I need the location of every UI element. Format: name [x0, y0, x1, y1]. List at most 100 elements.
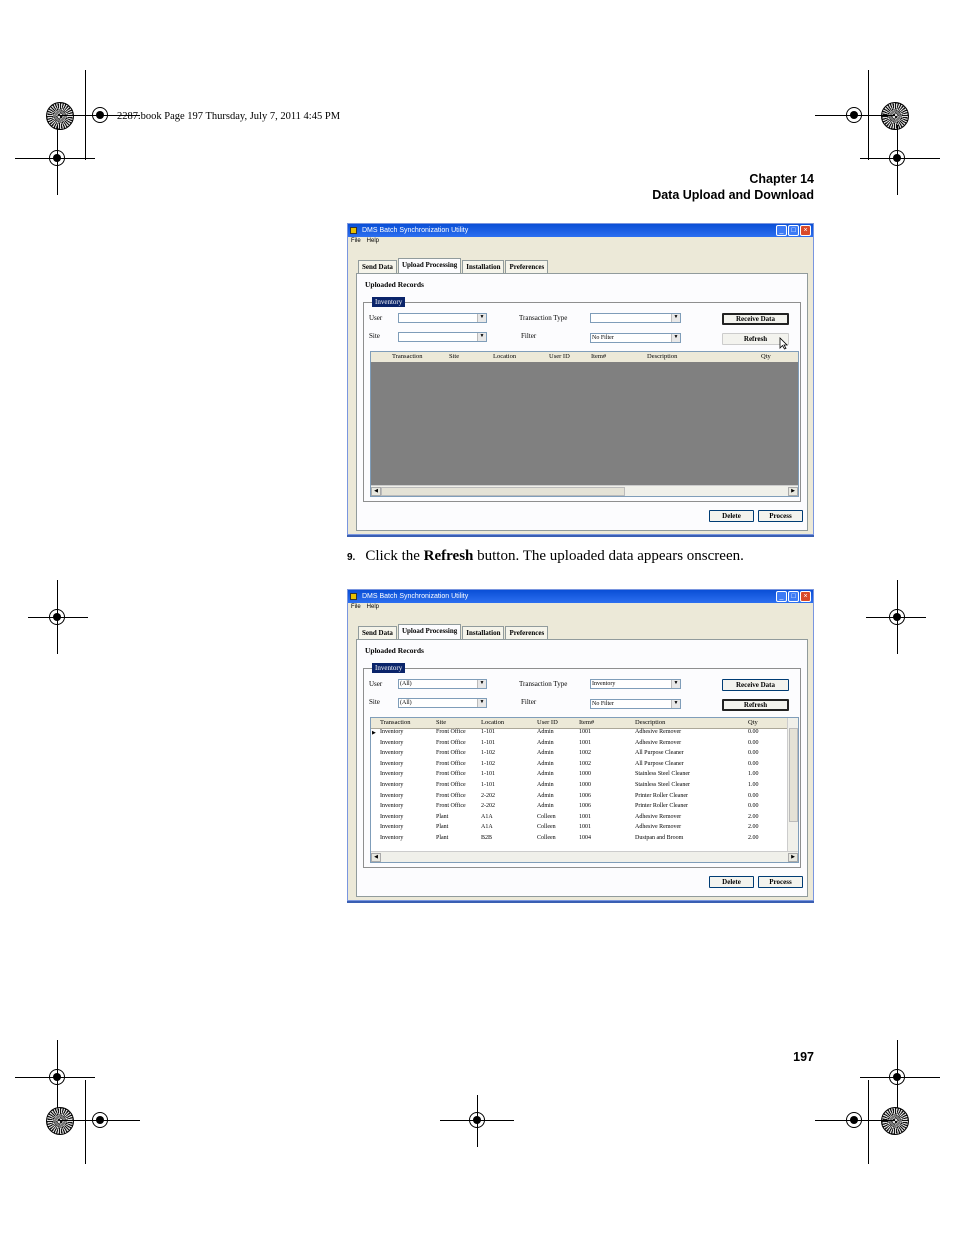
tab-send-data[interactable]: Send Data — [358, 260, 397, 273]
filter-select-value: No Filter — [592, 701, 614, 707]
menu-help[interactable]: Help — [367, 604, 379, 610]
table-cell: 0.00 — [748, 739, 759, 746]
chevron-down-icon[interactable]: ▼ — [477, 333, 486, 341]
inventory-group: Inventory User ▼ Site ▼ Transaction Type… — [363, 297, 801, 502]
site-select[interactable]: ▼ — [398, 332, 487, 342]
scroll-thumb[interactable] — [381, 487, 625, 496]
col-description: Description — [635, 719, 666, 726]
table-cell: 1001 — [579, 729, 591, 735]
vertical-scrollbar[interactable] — [787, 718, 798, 852]
receive-data-button[interactable]: Receive Data — [722, 679, 789, 691]
table-cell: Admin — [537, 792, 554, 799]
table-cell: 1.00 — [748, 782, 759, 788]
group-title: Uploaded Records — [365, 280, 424, 289]
table-cell: Admin — [537, 729, 554, 735]
col-location: Location — [493, 353, 517, 360]
col-site: Site — [449, 353, 460, 360]
scroll-right-icon[interactable]: ▶ — [788, 853, 798, 862]
tab-installation[interactable]: Installation — [462, 626, 505, 639]
chevron-down-icon[interactable]: ▼ — [477, 680, 486, 688]
scroll-left-icon[interactable]: ◀ — [371, 487, 381, 496]
menu-file[interactable]: File — [351, 604, 361, 610]
tab-preferences[interactable]: Preferences — [505, 260, 549, 273]
table-cell: 1001 — [579, 813, 591, 820]
process-button[interactable]: Process — [758, 510, 803, 522]
table-row[interactable]: Inventory Front Office 1-102 Admin 1002 All P… — [371, 749, 788, 760]
maximize-icon[interactable]: □ — [788, 591, 799, 602]
user-select[interactable]: (All) ▼ — [398, 679, 487, 689]
transaction-type-select[interactable]: Inventory ▼ — [590, 679, 681, 689]
group-legend: Inventory — [372, 663, 406, 673]
tab-installation[interactable]: Installation — [462, 260, 505, 273]
table-row[interactable]: Inventory Front Office 1-101 Admin 1001 Adhes… — [371, 739, 788, 750]
table-cell: Inventory — [380, 824, 404, 831]
table-cell: 1-102 — [481, 750, 495, 757]
table-row[interactable]: Inventory Front Office 1-101 Admin 1000 Stain… — [371, 770, 788, 781]
col-qty: Qty — [748, 719, 758, 726]
user-label: User — [369, 314, 383, 322]
tab-upload-processing[interactable]: Upload Processing — [397, 624, 462, 639]
menu-file[interactable]: File — [351, 238, 361, 244]
close-icon[interactable]: × — [800, 225, 811, 236]
tab-send-data[interactable]: Send Data — [358, 626, 397, 639]
table-cell: Inventory — [380, 782, 404, 788]
table-row[interactable]: ▶ Inventory Front Office 1-101 Admin 1001 Adhe… — [371, 728, 788, 739]
table-row[interactable]: Inventory Plant A1A Colleen 1001 Adhesive Rem… — [371, 823, 788, 834]
chevron-down-icon[interactable]: ▼ — [671, 314, 680, 322]
user-select[interactable]: ▼ — [398, 313, 487, 323]
table-cell: Adhesive Remover — [635, 729, 682, 735]
registration-star-icon — [881, 102, 909, 130]
group-title: Uploaded Records — [365, 646, 424, 655]
chevron-down-icon[interactable]: ▼ — [671, 700, 680, 708]
filter-label: Filter — [521, 698, 537, 706]
mouse-pointer-icon — [779, 337, 788, 350]
delete-button[interactable]: Delete — [709, 510, 754, 522]
minimize-icon[interactable]: _ — [776, 225, 787, 236]
table-cell: Adhesive Remover — [635, 813, 682, 820]
tab-upload-processing[interactable]: Upload Processing — [397, 258, 462, 273]
chevron-down-icon[interactable]: ▼ — [477, 314, 486, 322]
horizontal-scrollbar[interactable]: ◀ ▶ — [371, 851, 798, 862]
filter-select[interactable]: No Filter ▼ — [590, 699, 681, 709]
filter-select[interactable]: No Filter ▼ — [590, 333, 681, 343]
table-cell: Adhesive Remover — [635, 824, 682, 831]
app-icon — [350, 593, 357, 600]
chevron-down-icon[interactable]: ▼ — [671, 680, 680, 688]
minimize-icon[interactable]: _ — [776, 591, 787, 602]
horizontal-scrollbar[interactable]: ◀ ▶ — [371, 485, 798, 496]
table-row[interactable]: Inventory Front Office 2-202 Admin 1006 Print… — [371, 802, 788, 813]
site-select[interactable]: (All) ▼ — [398, 698, 487, 708]
table-row[interactable]: Inventory Plant B2B Colleen 1004 Dustpan and … — [371, 834, 788, 845]
table-cell: Printer Roller Cleaner — [635, 792, 688, 799]
scroll-thumb[interactable] — [789, 728, 798, 822]
table-row[interactable]: Inventory Front Office 2-202 Admin 1006 Print… — [371, 792, 788, 803]
scroll-right-icon[interactable]: ▶ — [788, 487, 798, 496]
chevron-down-icon[interactable]: ▼ — [671, 334, 680, 342]
table-cell: Front Office — [436, 792, 466, 799]
menu-bar: File Help — [348, 603, 813, 612]
scroll-left-icon[interactable]: ◀ — [371, 853, 381, 862]
tab-preferences[interactable]: Preferences — [505, 626, 549, 639]
menu-help[interactable]: Help — [367, 238, 379, 244]
receive-data-button[interactable]: Receive Data — [722, 313, 789, 325]
table-cell: 0.00 — [748, 750, 759, 757]
table-cell: Inventory — [380, 760, 404, 767]
table-row[interactable]: Inventory Front Office 1-101 Admin 1000 Stain… — [371, 781, 788, 792]
table-cell: 1-101 — [481, 729, 495, 735]
delete-button[interactable]: Delete — [709, 876, 754, 888]
registration-target-icon — [846, 1112, 862, 1128]
table-cell: Front Office — [436, 739, 466, 746]
grid-empty-area — [371, 362, 798, 486]
process-button[interactable]: Process — [758, 876, 803, 888]
table-cell: Front Office — [436, 760, 466, 767]
table-row[interactable]: Inventory Plant A1A Colleen 1001 Adhesive Rem… — [371, 813, 788, 824]
maximize-icon[interactable]: □ — [788, 225, 799, 236]
chevron-down-icon[interactable]: ▼ — [477, 699, 486, 707]
registration-target-icon — [92, 1112, 108, 1128]
refresh-button[interactable]: Refresh — [722, 699, 789, 711]
page-number: 197 — [793, 1050, 814, 1064]
table-row[interactable]: Inventory Front Office 1-102 Admin 1002 All P… — [371, 760, 788, 771]
table-cell: 2.00 — [748, 813, 759, 820]
transaction-type-select[interactable]: ▼ — [590, 313, 681, 323]
close-icon[interactable]: × — [800, 591, 811, 602]
